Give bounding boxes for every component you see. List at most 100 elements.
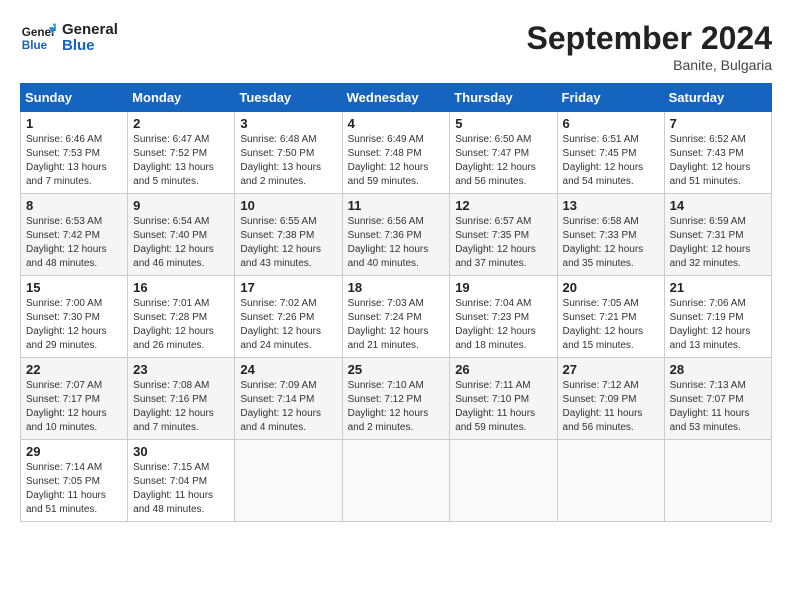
calendar-cell: 29 Sunrise: 7:14 AMSunset: 7:05 PMDayligh… bbox=[21, 440, 128, 522]
logo-general: General bbox=[62, 22, 118, 39]
day-number: 16 bbox=[133, 280, 229, 295]
calendar-cell: 16 Sunrise: 7:01 AMSunset: 7:28 PMDayligh… bbox=[128, 276, 235, 358]
calendar-cell bbox=[450, 440, 557, 522]
day-number: 29 bbox=[26, 444, 122, 459]
day-info: Sunrise: 7:15 AMSunset: 7:04 PMDaylight:… bbox=[133, 461, 229, 517]
day-number: 13 bbox=[563, 198, 659, 213]
day-info: Sunrise: 7:11 AMSunset: 7:10 PMDaylight:… bbox=[455, 379, 551, 435]
day-info: Sunrise: 7:01 AMSunset: 7:28 PMDaylight:… bbox=[133, 297, 229, 353]
day-number: 4 bbox=[348, 116, 445, 131]
weekday-header-friday: Friday bbox=[557, 84, 664, 112]
calendar-cell bbox=[664, 440, 771, 522]
week-row-2: 8Sunrise: 6:53 AMSunset: 7:42 PMDaylight… bbox=[21, 194, 772, 276]
day-number: 9 bbox=[133, 198, 229, 213]
page-header: General Blue General Blue September 2024… bbox=[20, 20, 772, 73]
day-info: Sunrise: 7:00 AMSunset: 7:30 PMDaylight:… bbox=[26, 297, 122, 353]
calendar-cell bbox=[235, 440, 342, 522]
day-number: 15 bbox=[26, 280, 122, 295]
weekday-header-tuesday: Tuesday bbox=[235, 84, 342, 112]
day-info: Sunrise: 6:55 AMSunset: 7:38 PMDaylight:… bbox=[240, 215, 336, 271]
day-number: 23 bbox=[133, 362, 229, 377]
day-number: 19 bbox=[455, 280, 551, 295]
calendar-cell: 9 Sunrise: 6:54 AMSunset: 7:40 PMDaylight… bbox=[128, 194, 235, 276]
calendar-cell: 4 Sunrise: 6:49 AMSunset: 7:48 PMDaylight… bbox=[342, 112, 450, 194]
day-info: Sunrise: 6:50 AMSunset: 7:47 PMDaylight:… bbox=[455, 133, 551, 189]
month-title: September 2024 bbox=[527, 20, 772, 57]
day-info: Sunrise: 6:54 AMSunset: 7:40 PMDaylight:… bbox=[133, 215, 229, 271]
day-info: Sunrise: 7:08 AMSunset: 7:16 PMDaylight:… bbox=[133, 379, 229, 435]
day-info: Sunrise: 7:07 AMSunset: 7:17 PMDaylight:… bbox=[26, 379, 122, 435]
day-number: 8 bbox=[26, 198, 122, 213]
day-info: Sunrise: 7:03 AMSunset: 7:24 PMDaylight:… bbox=[348, 297, 445, 353]
calendar-cell: 2 Sunrise: 6:47 AMSunset: 7:52 PMDaylight… bbox=[128, 112, 235, 194]
week-row-4: 22 Sunrise: 7:07 AMSunset: 7:17 PMDayligh… bbox=[21, 358, 772, 440]
calendar-cell: 30 Sunrise: 7:15 AMSunset: 7:04 PMDayligh… bbox=[128, 440, 235, 522]
day-number: 12 bbox=[455, 198, 551, 213]
calendar-cell: 25 Sunrise: 7:10 AMSunset: 7:12 PMDayligh… bbox=[342, 358, 450, 440]
calendar-cell: 23 Sunrise: 7:08 AMSunset: 7:16 PMDayligh… bbox=[128, 358, 235, 440]
calendar-cell: 22 Sunrise: 7:07 AMSunset: 7:17 PMDayligh… bbox=[21, 358, 128, 440]
day-info: Sunrise: 7:06 AMSunset: 7:19 PMDaylight:… bbox=[670, 297, 766, 353]
day-info: Sunrise: 6:52 AMSunset: 7:43 PMDaylight:… bbox=[670, 133, 766, 189]
day-number: 27 bbox=[563, 362, 659, 377]
calendar-cell: 1 Sunrise: 6:46 AMSunset: 7:53 PMDaylight… bbox=[21, 112, 128, 194]
day-info: Sunrise: 6:51 AMSunset: 7:45 PMDaylight:… bbox=[563, 133, 659, 189]
calendar-cell: 5 Sunrise: 6:50 AMSunset: 7:47 PMDaylight… bbox=[450, 112, 557, 194]
calendar-cell: 15 Sunrise: 7:00 AMSunset: 7:30 PMDayligh… bbox=[21, 276, 128, 358]
day-info: Sunrise: 6:57 AMSunset: 7:35 PMDaylight:… bbox=[455, 215, 551, 271]
day-number: 14 bbox=[670, 198, 766, 213]
weekday-header-saturday: Saturday bbox=[664, 84, 771, 112]
day-number: 2 bbox=[133, 116, 229, 131]
calendar-cell: 17 Sunrise: 7:02 AMSunset: 7:26 PMDayligh… bbox=[235, 276, 342, 358]
day-number: 30 bbox=[133, 444, 229, 459]
logo: General Blue General Blue bbox=[20, 20, 118, 56]
day-info: Sunrise: 7:05 AMSunset: 7:21 PMDaylight:… bbox=[563, 297, 659, 353]
weekday-header-monday: Monday bbox=[128, 84, 235, 112]
day-number: 3 bbox=[240, 116, 336, 131]
day-info: Sunrise: 6:46 AMSunset: 7:53 PMDaylight:… bbox=[26, 133, 122, 189]
day-number: 5 bbox=[455, 116, 551, 131]
logo-icon: General Blue bbox=[20, 20, 56, 56]
day-info: Sunrise: 6:48 AMSunset: 7:50 PMDaylight:… bbox=[240, 133, 336, 189]
calendar-cell: 19 Sunrise: 7:04 AMSunset: 7:23 PMDayligh… bbox=[450, 276, 557, 358]
day-info: Sunrise: 7:04 AMSunset: 7:23 PMDaylight:… bbox=[455, 297, 551, 353]
calendar-cell: 10 Sunrise: 6:55 AMSunset: 7:38 PMDayligh… bbox=[235, 194, 342, 276]
day-number: 18 bbox=[348, 280, 445, 295]
calendar-cell: 7 Sunrise: 6:52 AMSunset: 7:43 PMDaylight… bbox=[664, 112, 771, 194]
day-number: 10 bbox=[240, 198, 336, 213]
weekday-header-sunday: Sunday bbox=[21, 84, 128, 112]
day-info: Sunrise: 6:49 AMSunset: 7:48 PMDaylight:… bbox=[348, 133, 445, 189]
calendar-cell: 21 Sunrise: 7:06 AMSunset: 7:19 PMDayligh… bbox=[664, 276, 771, 358]
day-number: 1 bbox=[26, 116, 122, 131]
day-info: Sunrise: 6:47 AMSunset: 7:52 PMDaylight:… bbox=[133, 133, 229, 189]
day-number: 21 bbox=[670, 280, 766, 295]
calendar-cell: 27 Sunrise: 7:12 AMSunset: 7:09 PMDayligh… bbox=[557, 358, 664, 440]
calendar-cell: 3 Sunrise: 6:48 AMSunset: 7:50 PMDaylight… bbox=[235, 112, 342, 194]
day-number: 26 bbox=[455, 362, 551, 377]
calendar-cell: 18 Sunrise: 7:03 AMSunset: 7:24 PMDayligh… bbox=[342, 276, 450, 358]
calendar-cell bbox=[342, 440, 450, 522]
day-info: Sunrise: 6:58 AMSunset: 7:33 PMDaylight:… bbox=[563, 215, 659, 271]
calendar-table: SundayMondayTuesdayWednesdayThursdayFrid… bbox=[20, 83, 772, 522]
day-number: 25 bbox=[348, 362, 445, 377]
calendar-cell: 14Sunrise: 6:59 AMSunset: 7:31 PMDayligh… bbox=[664, 194, 771, 276]
weekday-header-thursday: Thursday bbox=[450, 84, 557, 112]
week-row-5: 29 Sunrise: 7:14 AMSunset: 7:05 PMDayligh… bbox=[21, 440, 772, 522]
week-row-3: 15 Sunrise: 7:00 AMSunset: 7:30 PMDayligh… bbox=[21, 276, 772, 358]
day-number: 22 bbox=[26, 362, 122, 377]
day-number: 17 bbox=[240, 280, 336, 295]
day-number: 20 bbox=[563, 280, 659, 295]
day-number: 11 bbox=[348, 198, 445, 213]
day-info: Sunrise: 7:14 AMSunset: 7:05 PMDaylight:… bbox=[26, 461, 122, 517]
calendar-cell bbox=[557, 440, 664, 522]
day-number: 7 bbox=[670, 116, 766, 131]
calendar-cell: 11 Sunrise: 6:56 AMSunset: 7:36 PMDayligh… bbox=[342, 194, 450, 276]
calendar-cell: 12 Sunrise: 6:57 AMSunset: 7:35 PMDayligh… bbox=[450, 194, 557, 276]
day-info: Sunrise: 7:10 AMSunset: 7:12 PMDaylight:… bbox=[348, 379, 445, 435]
day-info: Sunrise: 7:12 AMSunset: 7:09 PMDaylight:… bbox=[563, 379, 659, 435]
day-info: Sunrise: 6:56 AMSunset: 7:36 PMDaylight:… bbox=[348, 215, 445, 271]
calendar-cell: 13 Sunrise: 6:58 AMSunset: 7:33 PMDayligh… bbox=[557, 194, 664, 276]
logo-blue: Blue bbox=[62, 38, 118, 55]
day-number: 28 bbox=[670, 362, 766, 377]
day-info: Sunrise: 7:02 AMSunset: 7:26 PMDaylight:… bbox=[240, 297, 336, 353]
